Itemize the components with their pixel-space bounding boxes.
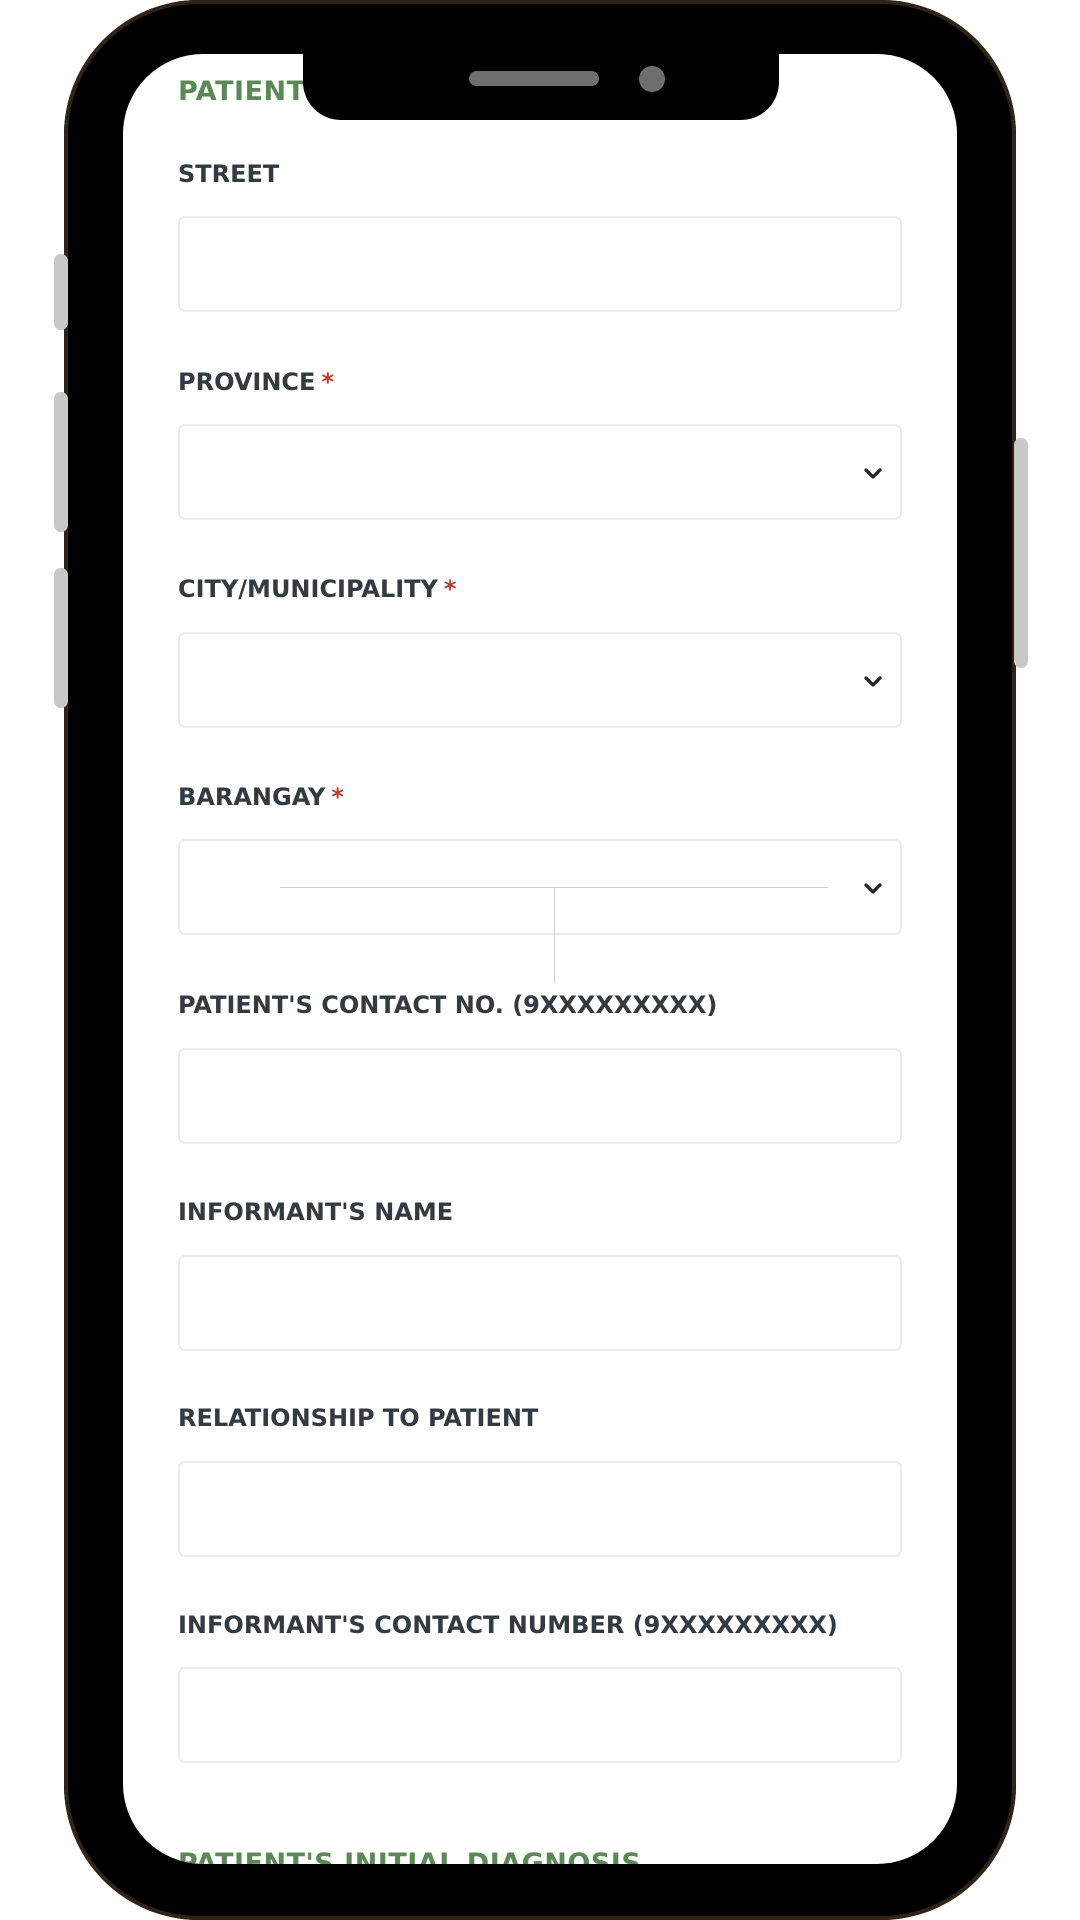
informant-name-input[interactable] bbox=[178, 1255, 902, 1351]
section-title-diagnosis: PATIENT'S INITIAL DIAGNOSIS bbox=[178, 1848, 642, 1864]
informant-name-label: INFORMANT'S NAME bbox=[178, 1198, 454, 1226]
street-input[interactable] bbox=[178, 216, 902, 312]
phone-notch bbox=[303, 54, 779, 120]
required-marker: * bbox=[321, 368, 334, 396]
chevron-down-icon bbox=[864, 883, 882, 894]
required-marker: * bbox=[331, 783, 344, 811]
section-title-patient: PATIENT bbox=[178, 76, 306, 107]
chevron-down-icon bbox=[864, 468, 882, 479]
front-camera bbox=[639, 66, 665, 92]
volume-down-button bbox=[54, 568, 68, 708]
phone-screen: PATIENT STREET PROVINCE * CITY/MUNICIPALI… bbox=[123, 54, 957, 1864]
street-label: STREET bbox=[178, 160, 280, 188]
province-select[interactable] bbox=[178, 424, 902, 520]
volume-middle-button bbox=[54, 392, 68, 532]
volume-up-button bbox=[54, 254, 68, 330]
patient-contact-label: PATIENT'S CONTACT NO. (9XXXXXXXXX) bbox=[178, 991, 718, 1019]
guide-line-vertical bbox=[554, 888, 555, 983]
barangay-label: BARANGAY * bbox=[178, 783, 344, 811]
patient-contact-input[interactable] bbox=[178, 1048, 902, 1144]
relationship-input[interactable] bbox=[178, 1461, 902, 1557]
speaker-grille bbox=[469, 71, 599, 86]
relationship-label: RELATIONSHIP TO PATIENT bbox=[178, 1404, 539, 1432]
informant-contact-label: INFORMANT'S CONTACT NUMBER (9XXXXXXXXX) bbox=[178, 1611, 838, 1639]
required-marker: * bbox=[443, 575, 457, 603]
province-label: PROVINCE * bbox=[178, 368, 334, 396]
chevron-down-icon bbox=[864, 676, 882, 687]
informant-contact-input[interactable] bbox=[178, 1667, 902, 1763]
city-select[interactable] bbox=[178, 632, 902, 728]
city-label: CITY/MUNICIPALITY * bbox=[178, 575, 457, 603]
power-button bbox=[1014, 438, 1028, 668]
